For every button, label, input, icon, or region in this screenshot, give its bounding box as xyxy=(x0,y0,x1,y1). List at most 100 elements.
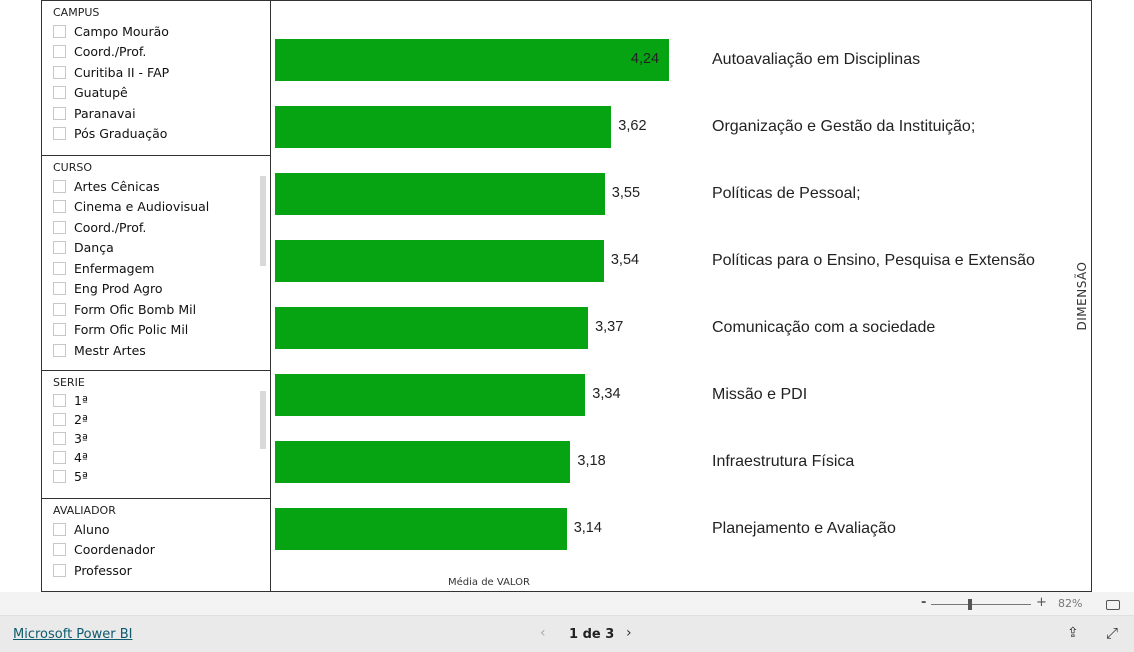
option-label: Artes Cênicas xyxy=(74,178,160,194)
page-indicator: 1 de 3 xyxy=(569,627,615,642)
slicer-option[interactable]: 4ª xyxy=(42,448,270,467)
zoom-slider-handle[interactable] xyxy=(968,599,972,610)
checkbox[interactable] xyxy=(53,302,66,316)
slicer-option[interactable]: Dança xyxy=(42,238,270,259)
checkbox[interactable] xyxy=(53,106,66,120)
option-label: Coordenador xyxy=(74,542,155,558)
slicer-curso: CURSO Artes Cênicas Cinema e Audiovisual Co… xyxy=(41,155,271,371)
option-label: Form Ofic Polic Mil xyxy=(74,322,189,338)
category-label: Infraestrutura Física xyxy=(712,453,855,470)
slicer-option[interactable]: Coord./Prof. xyxy=(42,217,270,238)
bar[interactable] xyxy=(275,374,586,416)
slicer-option[interactable]: 5ª xyxy=(42,467,270,486)
data-label: 3,37 xyxy=(595,319,624,335)
slicer-option[interactable]: Artes Cênicas xyxy=(42,176,270,197)
slicer-option[interactable]: 3ª xyxy=(42,429,270,448)
checkbox[interactable] xyxy=(53,470,66,483)
checkbox[interactable] xyxy=(53,261,66,275)
option-label: Professor xyxy=(74,562,132,578)
option-label: Aluno xyxy=(74,521,110,537)
bar[interactable] xyxy=(275,106,612,148)
checkbox[interactable] xyxy=(53,220,66,234)
option-label: Cinema e Audiovisual xyxy=(74,199,210,215)
category-label: Missão e PDI xyxy=(712,386,808,403)
bar[interactable] xyxy=(275,240,604,282)
slicer-option[interactable]: 2ª xyxy=(42,410,270,429)
scrollbar[interactable] xyxy=(260,391,266,449)
next-page-icon[interactable]: › xyxy=(626,625,632,641)
checkbox[interactable] xyxy=(53,451,66,464)
bar[interactable] xyxy=(275,307,589,349)
slicer-option[interactable]: Curitiba II - FAP xyxy=(42,62,270,83)
fit-to-page-icon[interactable] xyxy=(1106,600,1120,610)
option-label: Mestr Artes xyxy=(74,342,146,358)
data-label: 3,62 xyxy=(618,118,647,134)
checkbox[interactable] xyxy=(53,432,66,445)
slicer-title: CURSO xyxy=(53,161,93,174)
slicer-option[interactable]: Guatupê xyxy=(42,83,270,104)
slicer-option[interactable]: Eng Prod Agro xyxy=(42,279,270,300)
share-icon[interactable]: ⇪ xyxy=(1067,625,1079,641)
slicer-option[interactable]: Professor xyxy=(42,560,270,581)
checkbox[interactable] xyxy=(53,24,66,38)
slicer-option[interactable]: Cinema e Audiovisual xyxy=(42,197,270,218)
slicer-option[interactable]: Form Ofic Bomb Mil xyxy=(42,299,270,320)
slicer-campus: CAMPUS Campo Mourão Coord./Prof. Curitiba I… xyxy=(41,0,271,156)
checkbox[interactable] xyxy=(53,65,66,79)
slicer-option[interactable]: Mestr Artes xyxy=(42,340,270,361)
option-label: Enfermagem xyxy=(74,260,155,276)
category-label: Autoavaliação em Disciplinas xyxy=(712,51,921,68)
zoom-bar: - + 82% xyxy=(0,592,1134,616)
zoom-in-button[interactable]: + xyxy=(1036,595,1047,610)
footer: Microsoft Power BI ‹ 1 de 3 › ⇪ ⤢ xyxy=(0,616,1134,652)
bar[interactable] xyxy=(275,508,567,550)
checkbox[interactable] xyxy=(53,543,66,557)
option-label: Pós Graduação xyxy=(74,126,168,142)
zoom-slider[interactable] xyxy=(931,604,1031,605)
slicer-option[interactable]: Aluno xyxy=(42,519,270,540)
checkbox[interactable] xyxy=(53,241,66,255)
scrollbar[interactable] xyxy=(260,176,266,266)
checkbox[interactable] xyxy=(53,394,66,407)
option-label: Campo Mourão xyxy=(74,23,169,39)
zoom-out-button[interactable]: - xyxy=(921,595,926,610)
slicer-option[interactable]: Coordenador xyxy=(42,540,270,561)
data-label: 3,34 xyxy=(592,386,621,402)
checkbox[interactable] xyxy=(53,343,66,357)
bar[interactable] xyxy=(275,39,669,81)
option-label: Coord./Prof. xyxy=(74,219,147,235)
checkbox[interactable] xyxy=(53,413,66,426)
power-bi-link[interactable]: Microsoft Power BI xyxy=(13,627,132,642)
x-axis-label: Média de VALOR xyxy=(448,577,530,588)
slicer-option[interactable]: Pós Graduação xyxy=(42,124,270,145)
bar-chart: 4,24 Autoavaliação em Disciplinas 3,62 Orga… xyxy=(270,0,1092,592)
slicer-option[interactable]: 1ª xyxy=(42,391,270,410)
checkbox[interactable] xyxy=(53,282,66,296)
data-label: 3,54 xyxy=(610,252,640,268)
option-label: Paranavai xyxy=(74,105,136,121)
prev-page-icon[interactable]: ‹ xyxy=(540,625,546,641)
option-label: 3ª xyxy=(74,431,88,446)
slicer-option[interactable]: Paranavai xyxy=(42,103,270,124)
checkbox[interactable] xyxy=(53,200,66,214)
y-axis-label: DIMENSÃO xyxy=(1075,261,1089,331)
checkbox[interactable] xyxy=(53,86,66,100)
checkbox[interactable] xyxy=(53,179,66,193)
bar[interactable] xyxy=(275,441,571,483)
checkbox[interactable] xyxy=(53,323,66,337)
category-label: Organização e Gestão da Instituição; xyxy=(712,118,976,135)
checkbox[interactable] xyxy=(53,522,66,536)
bar[interactable] xyxy=(275,173,605,215)
zoom-level: 82% xyxy=(1058,597,1083,610)
slicer-option[interactable]: Campo Mourão xyxy=(42,21,270,42)
checkbox[interactable] xyxy=(53,127,66,141)
slicer-option[interactable]: Coord./Prof. xyxy=(42,42,270,63)
option-label: Coord./Prof. xyxy=(74,44,147,60)
fullscreen-icon[interactable]: ⤢ xyxy=(1106,624,1118,642)
slicer-title: SERIE xyxy=(53,376,85,389)
slicer-option[interactable]: Form Ofic Polic Mil xyxy=(42,320,270,341)
category-label: Comunicação com a sociedade xyxy=(712,319,936,336)
checkbox[interactable] xyxy=(53,563,66,577)
slicer-option[interactable]: Enfermagem xyxy=(42,258,270,279)
checkbox[interactable] xyxy=(53,45,66,59)
